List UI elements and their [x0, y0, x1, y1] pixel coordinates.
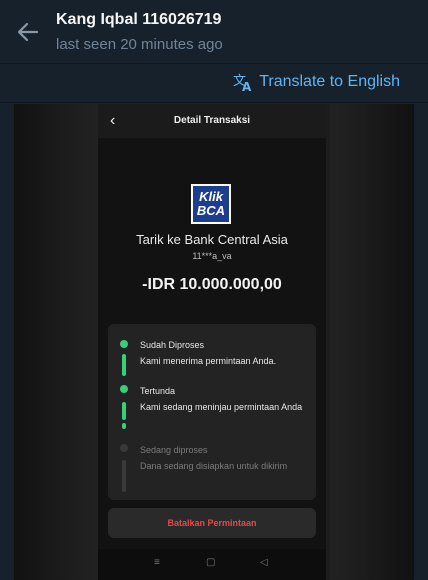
translate-button[interactable]: 文 A Translate to English — [233, 72, 400, 92]
step-desc: Kami menerima permintaan Anda. — [140, 356, 277, 366]
logo-line2: BCA — [196, 203, 226, 218]
transaction-topbar: ‹ Detail Transaksi — [98, 104, 326, 138]
step-desc: Kami sedang meninjau permintaan Anda — [140, 402, 303, 412]
step-title: Sedang diproses — [140, 445, 208, 455]
back-icon: ◁ — [260, 557, 268, 568]
android-nav-bar: ≡ ▢ ◁ — [98, 549, 326, 580]
transaction-detail-title: Detail Transaksi — [173, 115, 251, 126]
translate-icon: 文 A — [233, 74, 252, 92]
back-arrow-icon[interactable] — [14, 18, 42, 46]
photo-background-right — [330, 104, 414, 580]
chat-header: Kang Iqbal 116026719 last seen 20 minute… — [0, 0, 428, 64]
step-title: Sudah Diproses — [140, 340, 205, 350]
bank-name: Tarik ke Bank Central Asia — [136, 232, 288, 247]
step-done-dot-icon — [120, 340, 128, 348]
photo-message[interactable]: ‹ Detail Transaksi Klik BCA Tarik ke Ban… — [14, 104, 414, 580]
step-desc: Dana sedang disiapkan untuk dikirim — [140, 461, 288, 471]
svg-text:A: A — [242, 80, 252, 92]
phone-screen: ‹ Detail Transaksi Klik BCA Tarik ke Ban… — [98, 104, 326, 580]
step-processing-dot-icon — [120, 444, 128, 452]
home-icon: ▢ — [206, 557, 216, 568]
translate-label: Translate to English — [259, 73, 400, 90]
logo-line1: Klik — [199, 189, 223, 204]
translate-bar: 文 A Translate to English — [0, 65, 428, 103]
klikbca-logo: Klik BCA — [191, 184, 231, 224]
step-pending-bar — [122, 402, 126, 420]
status-timeline: Sudah Diproses Kami menerima permintaan … — [108, 324, 316, 500]
account-number: 11***a_va — [192, 251, 232, 261]
step-pending-bar-short — [122, 423, 126, 429]
transaction-amount: -IDR 10.000.000,00 — [142, 276, 282, 293]
step-done-bar — [122, 354, 126, 376]
step-pending-dot-icon — [120, 385, 128, 393]
chat-title[interactable]: Kang Iqbal 116026719 — [56, 11, 221, 29]
last-seen-status: last seen 20 minutes ago — [56, 36, 223, 53]
step-processing-bar — [122, 460, 126, 492]
cancel-request-button: Batalkan Permintaan — [108, 508, 316, 538]
step-title: Tertunda — [140, 386, 176, 396]
photo-background-left — [14, 104, 98, 580]
recent-apps-icon: ≡ — [154, 557, 160, 568]
